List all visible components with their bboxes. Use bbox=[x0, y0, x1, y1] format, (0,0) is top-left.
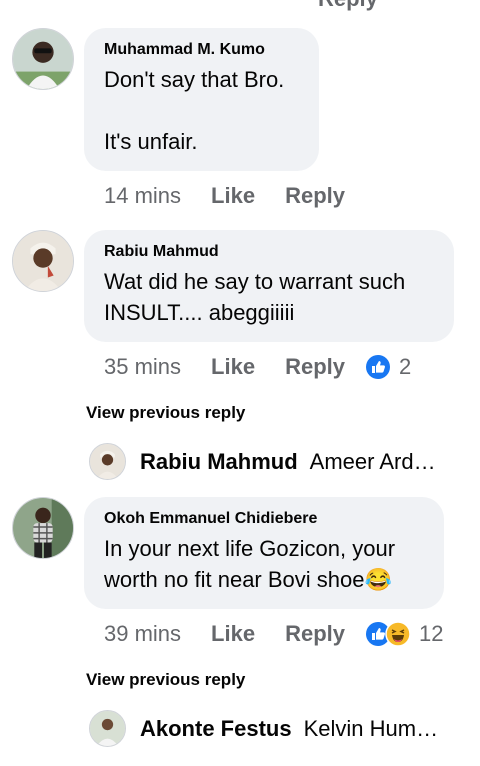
like-button[interactable]: Like bbox=[211, 620, 255, 648]
reply-snippet: Kelvin Hum… bbox=[303, 716, 439, 741]
reply-button[interactable]: Reply bbox=[285, 182, 345, 210]
comment-bubble: Okoh Emmanuel Chidiebere In your next li… bbox=[84, 497, 444, 609]
avatar-image bbox=[90, 711, 125, 746]
comment-text: Wat did he say to warrant such INSULT...… bbox=[104, 269, 406, 325]
reaction-summary[interactable]: 2 bbox=[365, 353, 411, 381]
reaction-count: 2 bbox=[399, 354, 412, 379]
comment-time[interactable]: 35 mins bbox=[104, 353, 181, 381]
comment-meta: 14 mins Like Reply bbox=[104, 182, 345, 210]
avatar[interactable] bbox=[12, 230, 74, 292]
reply-preview[interactable]: Rabiu Mahmud Ameer Ard… bbox=[140, 449, 436, 475]
avatar-image bbox=[13, 231, 73, 291]
comment-text: In your next life Gozicon, your worth no… bbox=[104, 536, 396, 592]
avatar[interactable] bbox=[89, 443, 126, 480]
avatar[interactable] bbox=[89, 710, 126, 747]
comment-meta: 35 mins Like Reply 2 bbox=[104, 353, 411, 381]
reply-button[interactable]: Reply bbox=[285, 620, 345, 648]
reply-button[interactable]: Reply bbox=[285, 353, 345, 381]
haha-icon bbox=[385, 621, 411, 647]
reply-snippet: Ameer Ard… bbox=[309, 449, 436, 474]
reply-preview[interactable]: Akonte Festus Kelvin Hum… bbox=[140, 716, 438, 742]
comment-text: Don't say that Bro. It's unfair. bbox=[104, 67, 285, 154]
like-icon bbox=[366, 355, 390, 379]
comment-meta: 39 mins Like Reply 12 bbox=[104, 620, 443, 648]
reaction-summary[interactable]: 12 bbox=[365, 620, 443, 648]
avatar[interactable] bbox=[12, 28, 74, 90]
avatar-image bbox=[13, 498, 73, 558]
comment-author[interactable]: Muhammad M. Kumo bbox=[104, 40, 299, 60]
comment-bubble: Muhammad M. Kumo Don't say that Bro. It'… bbox=[84, 28, 319, 171]
reply-author[interactable]: Akonte Festus bbox=[140, 716, 292, 742]
comment-time[interactable]: 39 mins bbox=[104, 620, 181, 648]
comment-time[interactable]: 14 mins bbox=[104, 182, 181, 210]
comment-bubble: Rabiu Mahmud Wat did he say to warrant s… bbox=[84, 230, 454, 342]
view-previous-reply-link[interactable]: View previous reply bbox=[86, 403, 245, 423]
clipped-reply-action[interactable]: Reply bbox=[318, 0, 378, 12]
like-button[interactable]: Like bbox=[211, 182, 255, 210]
like-button[interactable]: Like bbox=[211, 353, 255, 381]
avatar-image bbox=[90, 444, 125, 479]
reaction-count: 12 bbox=[419, 621, 444, 646]
comment-author[interactable]: Okoh Emmanuel Chidiebere bbox=[104, 509, 424, 529]
avatar-image bbox=[13, 29, 73, 89]
avatar[interactable] bbox=[12, 497, 74, 559]
view-previous-reply-link[interactable]: View previous reply bbox=[86, 670, 245, 690]
reply-author[interactable]: Rabiu Mahmud bbox=[140, 449, 298, 475]
comment-author[interactable]: Rabiu Mahmud bbox=[104, 242, 434, 262]
